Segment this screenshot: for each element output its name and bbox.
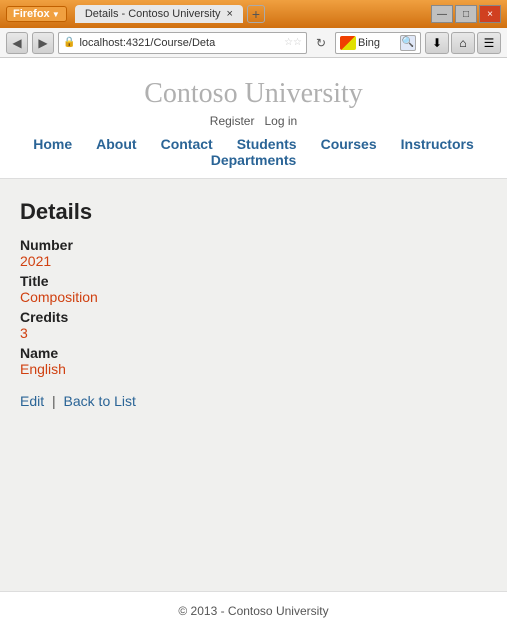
active-tab[interactable]: Details - Contoso University × <box>75 5 243 23</box>
minimize-button[interactable]: — <box>431 5 453 23</box>
home-button[interactable]: ⌂ <box>451 32 475 54</box>
address-text: localhost:4321/Course/Deta <box>79 37 282 49</box>
field-number-label: Number <box>20 237 487 253</box>
search-button[interactable]: 🔍 <box>400 35 416 51</box>
search-input[interactable]: Bing <box>358 37 398 49</box>
site-header: Contoso University Register Log in Home … <box>0 58 507 179</box>
nav-icons: ⬇ ⌂ ☰ <box>425 32 501 54</box>
main-content: Details Number 2021 Title Composition Cr… <box>0 179 507 591</box>
field-title-label: Title <box>20 273 487 289</box>
new-tab-button[interactable]: + <box>247 5 265 23</box>
nav-contact[interactable]: Contact <box>149 136 225 152</box>
forward-button[interactable]: ▶ <box>32 32 54 54</box>
bookmark-icon: ☆☆ <box>284 37 302 48</box>
maximize-button[interactable]: □ <box>455 5 477 23</box>
site-nav: Home About Contact Students Courses Inst… <box>0 136 507 168</box>
footer-text: © 2013 - Contoso University <box>178 604 328 618</box>
link-separator: | <box>52 393 56 409</box>
nav-instructors[interactable]: Instructors <box>389 136 486 152</box>
nav-departments[interactable]: Departments <box>199 152 309 168</box>
download-button[interactable]: ⬇ <box>425 32 449 54</box>
browser-logo[interactable]: Firefox <box>6 6 67 22</box>
site-auth: Register Log in <box>0 114 507 128</box>
tab-title: Details - Contoso University <box>85 8 221 20</box>
back-to-list-link[interactable]: Back to List <box>64 393 136 409</box>
navigation-bar: ◀ ▶ 🔒 localhost:4321/Course/Deta ☆☆ ↻ Bi… <box>0 28 507 58</box>
page-heading: Details <box>20 199 487 225</box>
back-button[interactable]: ◀ <box>6 32 28 54</box>
nav-courses[interactable]: Courses <box>309 136 389 152</box>
field-number-value: 2021 <box>20 253 487 269</box>
action-links: Edit | Back to List <box>20 393 487 409</box>
field-title-value: Composition <box>20 289 487 305</box>
browser-window: Firefox Details - Contoso University × +… <box>0 0 507 630</box>
nav-about[interactable]: About <box>84 136 148 152</box>
titlebar: Firefox Details - Contoso University × +… <box>0 0 507 28</box>
menu-button[interactable]: ☰ <box>477 32 501 54</box>
field-name-value: English <box>20 361 487 377</box>
close-button[interactable]: × <box>479 5 501 23</box>
window-controls: — □ × <box>431 5 501 23</box>
field-credits-value: 3 <box>20 325 487 341</box>
search-box[interactable]: Bing 🔍 <box>335 32 421 54</box>
field-credits-label: Credits <box>20 309 487 325</box>
nav-home[interactable]: Home <box>21 136 84 152</box>
lock-icon: 🔒 <box>63 37 75 48</box>
register-link[interactable]: Register <box>210 114 255 128</box>
tab-close-icon[interactable]: × <box>227 8 233 20</box>
site-footer: © 2013 - Contoso University <box>0 591 507 630</box>
edit-link[interactable]: Edit <box>20 393 44 409</box>
address-bar[interactable]: 🔒 localhost:4321/Course/Deta ☆☆ <box>58 32 307 54</box>
site-title: Contoso University <box>0 78 507 110</box>
login-link[interactable]: Log in <box>265 114 298 128</box>
page-content: Contoso University Register Log in Home … <box>0 58 507 630</box>
field-name-label: Name <box>20 345 487 361</box>
bing-logo <box>340 36 356 50</box>
nav-students[interactable]: Students <box>225 136 309 152</box>
refresh-button[interactable]: ↻ <box>311 33 331 53</box>
